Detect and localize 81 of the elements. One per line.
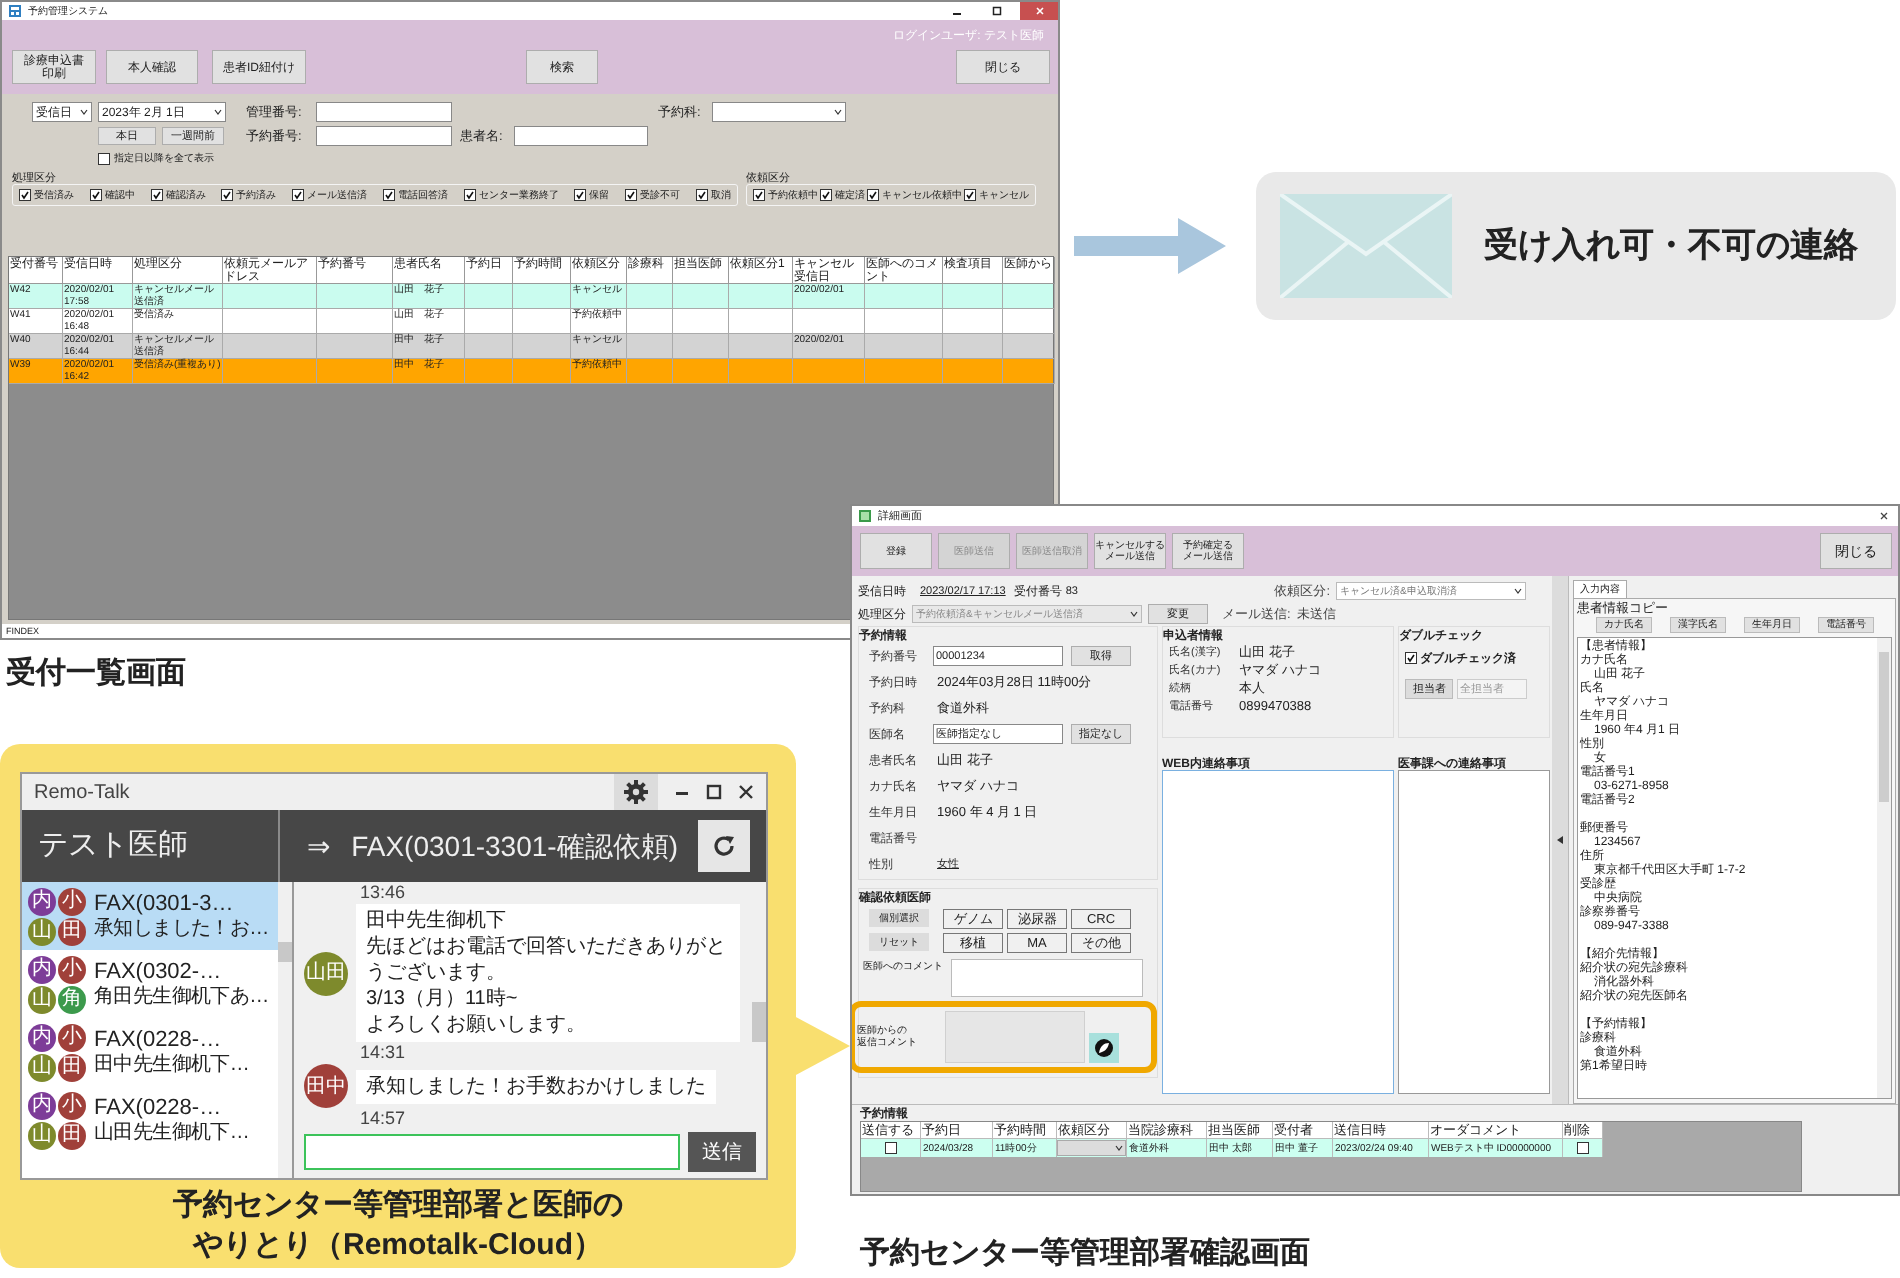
close-icon [1879, 511, 1889, 521]
avatar-badge: 田 [58, 1121, 86, 1149]
avatar-badge: 小 [58, 1023, 86, 1051]
notice-text: 受け入れ可・不可の連絡 [1484, 224, 1858, 269]
left-triangle-icon [1556, 835, 1564, 845]
checkbox[interactable] [221, 189, 234, 201]
checkbox[interactable] [292, 189, 305, 201]
send-button[interactable]: 送信 [688, 1132, 756, 1172]
close-icon [738, 784, 754, 800]
message-text: 田中先生御机下 先ほどはお電話で回答いただきありがとうございます。 3/13（月）11時~ よろしくお願いします。 [366, 908, 728, 1038]
input-field[interactable] [316, 126, 452, 146]
avatar: 山田 [304, 951, 348, 995]
avatar-badge: 山 [28, 1121, 56, 1149]
message-input[interactable] [304, 1134, 680, 1170]
checkbox[interactable] [1405, 652, 1417, 664]
scrollbar[interactable] [1877, 638, 1891, 1098]
avatar-badge: 角 [58, 985, 86, 1013]
checkbox[interactable] [98, 152, 110, 165]
checkbox[interactable] [150, 189, 163, 201]
avatar-badge: 内 [28, 1023, 56, 1051]
checkbox[interactable] [884, 1142, 897, 1154]
input-field[interactable] [316, 102, 452, 122]
caption: 予約センター等管理部署確認画面 [860, 1234, 1310, 1274]
checkbox[interactable] [625, 189, 638, 201]
checkbox[interactable] [89, 189, 102, 201]
message-time: 13:46 [360, 882, 408, 904]
app-icon [858, 509, 872, 523]
refresh-icon [712, 834, 736, 858]
conversation-preview: 承知しました！お… [94, 917, 269, 941]
message-time: 14:57 [360, 1108, 408, 1126]
caption: 予約センター等管理部署と医師の やりとり（Remotalk-Cloud） [171, 1186, 625, 1266]
message-text: 承知しました！お手数おかけしました [366, 1073, 706, 1099]
checkbox[interactable] [1576, 1142, 1589, 1154]
avatar-badge: 山 [28, 985, 56, 1013]
reply-box [945, 1011, 1085, 1063]
envelope-icon [1280, 194, 1452, 298]
conversation-preview: 角田先生御机下あ… [94, 985, 269, 1009]
maximize-icon [706, 784, 722, 800]
avatar-badge: 田 [58, 1053, 86, 1081]
conversation-preview: 田中先生御机下… [94, 1053, 250, 1077]
conversation-preview: 山田先生御机下… [94, 1121, 250, 1145]
settings-icon [624, 780, 648, 804]
checkbox[interactable] [382, 189, 395, 201]
avatar-badge: 山 [28, 1053, 56, 1081]
message-time: 14:31 [360, 1042, 408, 1064]
avatar-badge: 田 [58, 917, 86, 945]
input-field[interactable] [514, 126, 648, 146]
checkbox[interactable] [19, 189, 31, 201]
avatar-badge: 内 [28, 887, 56, 915]
settings-button[interactable] [614, 774, 658, 810]
icon-button[interactable] [1089, 1033, 1119, 1063]
department-dropdown[interactable] [712, 102, 846, 122]
conversation-item[interactable]: 内 小 山 田 FAX(0301-3… 承知しました！お… [22, 882, 278, 950]
avatar-badge: 小 [58, 887, 86, 915]
avatar-badge: 山 [28, 917, 56, 945]
conversation-title: FAX(0302-… [94, 959, 224, 983]
conversation-title: FAX(0228-… [94, 1027, 224, 1051]
checkbox[interactable] [964, 189, 976, 201]
window-title: Remo-Talk [34, 779, 130, 807]
user-name: テスト医師 [38, 825, 188, 866]
leaf-icon [1094, 1038, 1114, 1058]
checkbox[interactable] [463, 189, 476, 201]
conversation-title: FAX(0301-3… [94, 891, 236, 917]
checkbox[interactable] [695, 189, 708, 201]
checkbox[interactable] [753, 189, 765, 201]
thread-title: FAX(0301-3301-確認依頼) [351, 827, 678, 866]
avatar: 田中 [304, 1064, 348, 1108]
scrollbar[interactable] [278, 882, 292, 1178]
caption: 受付一覧画面 [6, 654, 186, 694]
checkbox[interactable] [574, 189, 587, 201]
refresh-button[interactable] [698, 820, 750, 872]
checkbox[interactable] [867, 189, 879, 201]
avatar-badge: 内 [28, 1091, 56, 1119]
conversation-title: FAX(0228-… [94, 1095, 224, 1119]
checkbox[interactable] [820, 189, 832, 201]
avatar-badge: 内 [28, 955, 56, 983]
avatar-badge: 小 [58, 1091, 86, 1119]
avatar-badge: 小 [58, 955, 86, 983]
close-icon [1035, 6, 1045, 16]
maximize-icon [992, 6, 1002, 16]
arrow-glyph: ⇒ [307, 827, 332, 865]
